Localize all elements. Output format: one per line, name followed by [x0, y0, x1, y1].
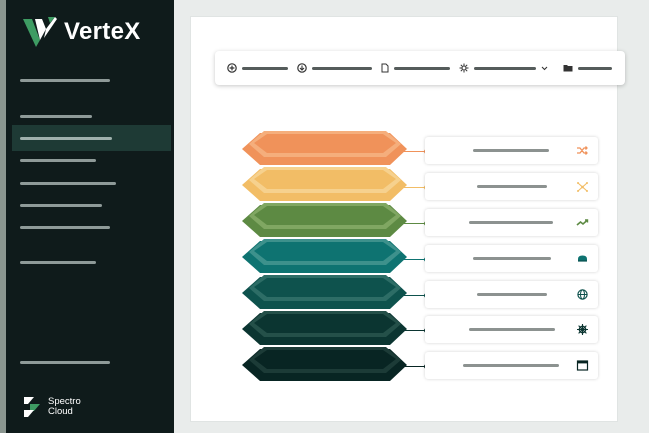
network-icon — [577, 182, 588, 192]
company-brand: Spectro Cloud — [22, 396, 81, 418]
vertex-logo-icon — [23, 17, 57, 47]
layer-card-2[interactable] — [425, 173, 598, 200]
layer-card-1[interactable] — [425, 137, 598, 164]
connector-dark-teal — [403, 293, 429, 298]
app-name: VerteX — [64, 18, 141, 45]
layer-teal[interactable] — [242, 239, 407, 273]
layer-stack — [242, 131, 407, 381]
connector-green — [403, 221, 429, 226]
connector-darker — [403, 328, 429, 333]
layer-green[interactable] — [242, 203, 407, 237]
layer-card-6[interactable] — [425, 316, 598, 343]
sidebar-item[interactable] — [20, 176, 116, 190]
settings-icon — [459, 63, 469, 73]
layer-yellow[interactable] — [242, 167, 407, 201]
main-panel — [190, 16, 625, 422]
spectro-cloud-logo-icon — [24, 397, 40, 417]
chevron-down-icon — [541, 66, 548, 70]
sidebar-item[interactable] — [20, 255, 96, 269]
layer-card-4[interactable] — [425, 245, 598, 272]
sidebar-item[interactable] — [20, 355, 110, 369]
sidebar-item[interactable] — [20, 153, 96, 167]
layer-card-3[interactable] — [425, 209, 598, 236]
file-tool[interactable] — [381, 61, 450, 75]
helm-icon — [577, 324, 588, 335]
browser-window-icon — [576, 360, 589, 371]
sidebar-item-active[interactable] — [12, 125, 171, 151]
layer-card-5[interactable] — [425, 281, 598, 308]
file-icon — [381, 63, 389, 73]
connector-yellow — [403, 185, 429, 190]
app-frame: VerteX Spectro Cloud — [0, 0, 649, 433]
sidebar: VerteX Spectro Cloud — [6, 0, 174, 433]
trend-icon — [576, 219, 589, 226]
sidebar-item[interactable] — [20, 109, 92, 123]
download-tool[interactable] — [297, 61, 372, 75]
connector-teal — [403, 257, 429, 262]
layer-darker[interactable] — [242, 311, 407, 345]
connector-orange — [403, 149, 429, 154]
brand-line-2: Cloud — [48, 406, 73, 417]
sidebar-item[interactable] — [20, 73, 110, 87]
toolbar — [215, 51, 625, 85]
sidebar-item[interactable] — [20, 220, 110, 234]
download-circle-icon — [297, 63, 307, 73]
sidebar-item[interactable] — [20, 198, 102, 212]
folder-tool[interactable] — [563, 61, 612, 75]
app-logo[interactable]: VerteX — [22, 16, 141, 48]
connector-darkest — [403, 364, 429, 369]
storage-icon — [578, 255, 587, 262]
plus-circle-icon — [227, 63, 237, 73]
layer-card-7[interactable] — [425, 352, 598, 379]
globe-icon — [577, 289, 588, 300]
layer-dark-teal[interactable] — [242, 275, 407, 309]
layer-darkest[interactable] — [242, 347, 407, 381]
settings-dropdown[interactable] — [459, 61, 548, 75]
shuffle-icon — [577, 146, 588, 155]
folder-icon — [563, 65, 573, 72]
add-tool[interactable] — [227, 61, 288, 75]
layer-orange[interactable] — [242, 131, 407, 165]
